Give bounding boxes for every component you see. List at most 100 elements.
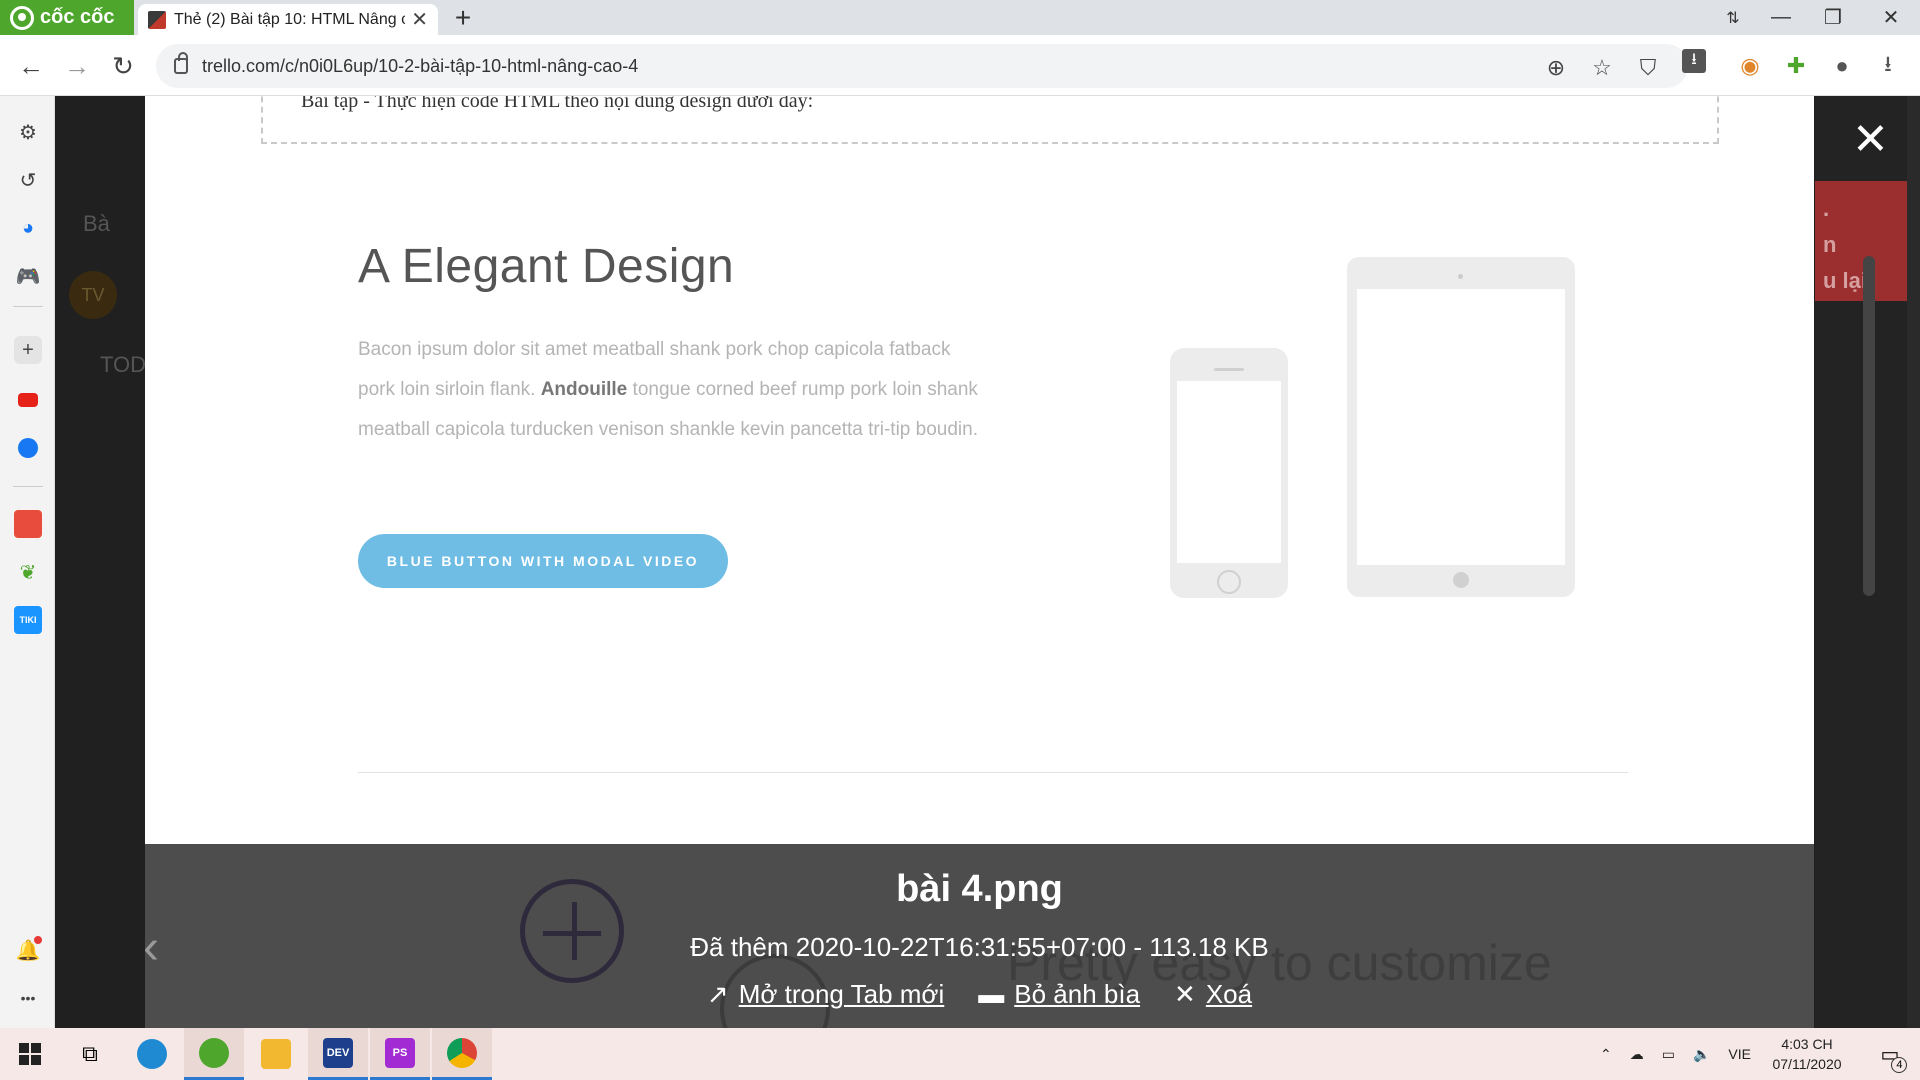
tab-title: Thẻ (2) Bài tập 10: HTML Nâng cao 4 [174, 10, 406, 28]
tablet-screen [1357, 289, 1565, 565]
tablet-home-button [1453, 572, 1469, 588]
shield-icon[interactable]: ⛉ [1636, 56, 1660, 80]
design-body: Bacon ipsum dolor sit amet meatball shan… [358, 330, 988, 450]
maximize-button[interactable]: ❐ [1810, 0, 1856, 35]
external-link-icon: ↗ [706, 979, 729, 1009]
action-center-icon[interactable]: ▭ 4 [1860, 1028, 1920, 1080]
board-avatar: TV [69, 271, 117, 319]
phone-speaker [1214, 368, 1244, 371]
clock-date: 07/11/2020 [1772, 1056, 1842, 1072]
taskbar-clock[interactable]: 4:03 CH 07/11/2020 [1762, 1034, 1852, 1074]
add-icon[interactable]: + [14, 336, 42, 364]
history-icon[interactable]: ↺ [14, 166, 42, 194]
background-board-left: Bà TV TOD [55, 96, 147, 1028]
new-tab-button[interactable]: + [448, 2, 478, 34]
page-scrollbar[interactable] [1907, 96, 1920, 1028]
phpstorm-icon[interactable]: PS [370, 1028, 430, 1080]
banner-line: . [1823, 196, 1830, 221]
back-button[interactable]: ← [14, 49, 48, 83]
open-in-new-tab-label: Mở trong Tab mới [738, 979, 945, 1009]
remove-cover-label: Bỏ ảnh bìa [1014, 979, 1141, 1009]
file-explorer-icon[interactable] [246, 1028, 306, 1080]
tablet-camera [1458, 274, 1463, 279]
delete-icon: ✕ [1174, 979, 1196, 1009]
leaf-icon[interactable]: ❦ [14, 558, 42, 586]
tiki-icon[interactable]: TIKI [14, 606, 42, 634]
chrome-icon[interactable] [432, 1028, 492, 1080]
forward-button[interactable]: → [60, 49, 94, 83]
browser-toolbar: ← → ↻ trello.com/c/n0i0L6up/10-2-bài-tập… [0, 35, 1920, 96]
youtube-icon[interactable] [14, 386, 42, 414]
delete-label: Xoá [1205, 979, 1253, 1009]
open-in-new-tab-link[interactable]: ↗ Mở trong Tab mới [707, 979, 944, 1010]
column-prefix: TOD [100, 352, 147, 377]
restore-tabs-button[interactable]: ⇅ [1710, 0, 1756, 35]
lock-icon [174, 52, 188, 74]
download-extension-icon[interactable]: ⭳ [1682, 49, 1706, 73]
show-hidden-icons-icon[interactable]: ⌃ [1600, 1046, 1612, 1063]
window-close-button[interactable]: ✕ [1868, 0, 1914, 35]
more-button[interactable]: ••• [14, 984, 42, 1012]
remove-cover-link[interactable]: ▬ Bỏ ảnh bìa [978, 979, 1140, 1010]
browser-tab-strip: cốc cốc Thẻ (2) Bài tập 10: HTML Nâng ca… [0, 0, 1920, 35]
facebook-icon[interactable] [14, 434, 42, 462]
brand-label: cốc cốc [40, 6, 115, 28]
puzzle-extension-icon[interactable]: ✚ [1782, 52, 1810, 80]
blue-modal-video-button: BLUE BUTTON WITH MODAL VIDEO [358, 534, 728, 588]
reload-button[interactable]: ↻ [106, 49, 140, 83]
bell-icon[interactable]: 🔔 [14, 936, 42, 964]
shop-icon[interactable] [14, 510, 42, 538]
close-viewer-button[interactable]: ✕ [1852, 118, 1889, 162]
phone-home-button [1217, 570, 1241, 594]
downloads-icon[interactable]: ⭳ [1874, 51, 1902, 80]
active-tab[interactable]: Thẻ (2) Bài tập 10: HTML Nâng cao 4 ✕ [138, 4, 438, 35]
phone-screen [1177, 381, 1281, 563]
phone-mockup [1170, 348, 1288, 598]
language-indicator[interactable]: VIE [1728, 1046, 1751, 1062]
exercise-instruction: Bài tập - Thực hiện code HTML theo nội d… [301, 96, 814, 112]
previous-attachment-button[interactable]: ‹ [143, 920, 159, 975]
attachment-info-bar: Pretty easy to customize bài 4.png Đã th… [145, 844, 1814, 1028]
board-prefix: Bà [83, 211, 110, 236]
sidebar-divider [13, 486, 43, 487]
windows-start-icon[interactable] [0, 1028, 60, 1080]
gear-icon[interactable]: ⚙ [14, 118, 42, 146]
profile-icon[interactable]: ● [1828, 52, 1856, 80]
minimize-button[interactable]: — [1758, 0, 1804, 35]
section-divider [358, 772, 1628, 773]
url-text: trello.com/c/n0i0L6up/10-2-bài-tập-10-ht… [202, 55, 639, 76]
attachment-meta: Đã thêm 2020-10-22T16:31:55+07:00 - 113.… [690, 932, 1269, 962]
battery-icon[interactable]: ▭ [1662, 1046, 1675, 1063]
attachment-preview-image: Bài tập - Thực hiện code HTML theo nội d… [145, 96, 1814, 844]
coccoc-logo-icon [10, 5, 34, 30]
attachment-actions: ↗ Mở trong Tab mới ▬ Bỏ ảnh bìa ✕ Xoá [145, 979, 1814, 1010]
coccoc-icon[interactable] [184, 1028, 244, 1080]
tablet-mockup [1347, 257, 1575, 597]
cover-icon: ▬ [978, 979, 1005, 1009]
bookmark-star-icon[interactable]: ☆ [1590, 56, 1614, 80]
devc-icon[interactable]: DEV [308, 1028, 368, 1080]
volume-icon[interactable]: 🔈 [1693, 1046, 1710, 1063]
coccoc-brand[interactable]: cốc cốc [0, 0, 134, 35]
zoom-icon[interactable]: ⊕ [1544, 56, 1568, 80]
coccoc-extension-icon[interactable]: ◉ [1736, 52, 1764, 80]
messenger-icon[interactable]: ◕ [14, 214, 42, 242]
trello-favicon-icon [148, 10, 166, 29]
page-scroll-thumb[interactable] [1863, 256, 1875, 596]
address-bar[interactable]: trello.com/c/n0i0L6up/10-2-bài-tập-10-ht… [156, 44, 1688, 88]
task-view-icon[interactable]: ⧉ [60, 1028, 120, 1080]
attachment-file-name: bài 4.png [896, 868, 1063, 910]
edge-icon[interactable] [122, 1028, 182, 1080]
notification-count-badge: 4 [1891, 1056, 1908, 1073]
tab-close-button[interactable]: ✕ [411, 7, 428, 32]
clock-time: 4:03 CH [1781, 1036, 1833, 1052]
sidebar-divider [13, 306, 43, 307]
game-icon[interactable]: 🎮 [14, 262, 42, 290]
banner-line: n [1823, 232, 1837, 257]
system-tray: ⌃ ☁ ▭ 🔈 VIE [1600, 1028, 1751, 1080]
body-bold: Andouille [540, 379, 628, 400]
windows-taskbar: ⧉ DEV PS ⌃ ☁ ▭ 🔈 VIE 4:03 CH 07/11/2020 … [0, 1028, 1920, 1080]
onedrive-icon[interactable]: ☁ [1630, 1046, 1644, 1063]
delete-attachment-link[interactable]: ✕ Xoá [1174, 979, 1252, 1010]
design-title: A Elegant Design [358, 240, 735, 293]
